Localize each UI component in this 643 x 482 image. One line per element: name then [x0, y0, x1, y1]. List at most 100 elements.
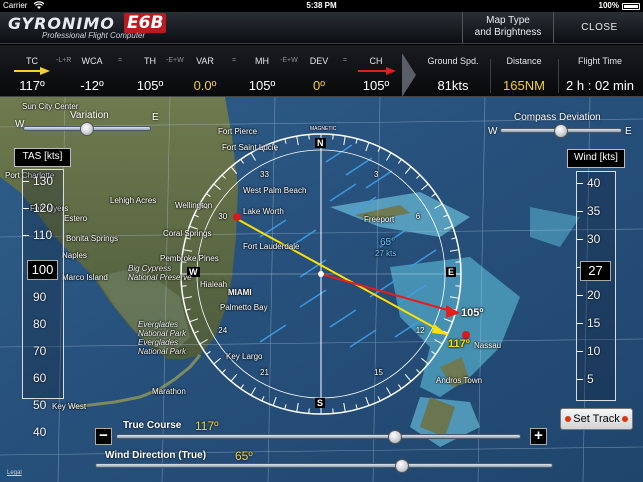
tas-value[interactable]: 100: [27, 260, 58, 280]
place-label: Fort Saint Lucie: [222, 143, 279, 152]
scale-tick-label: 10: [587, 344, 601, 358]
deviation-east: E: [625, 126, 632, 137]
compass-east: E: [446, 267, 457, 277]
map-background: [0, 97, 643, 482]
heading-ch-label: 105º: [461, 307, 484, 319]
deviation-slider-knob[interactable]: [554, 124, 568, 138]
scale-tick: [577, 239, 583, 240]
var-value: 0.0º: [193, 78, 217, 93]
dev-value: 0º: [313, 78, 325, 93]
wind-scale[interactable]: 403530252015105: [576, 171, 616, 401]
wind-header: Wind [kts]: [567, 149, 625, 168]
set-track-button[interactable]: Set Track: [560, 408, 633, 430]
compass-north: N: [315, 138, 326, 148]
flight-time-label: Flight Time: [577, 56, 622, 66]
battery-icon: [622, 3, 640, 10]
tc-label: TC: [26, 56, 38, 66]
place-label: Nassau: [474, 341, 502, 350]
yellow-arrow-icon: [14, 67, 50, 75]
gray-chevron-icon: [402, 53, 416, 97]
decrease-course-button[interactable]: −: [95, 428, 112, 445]
place-label: Andros Town: [436, 376, 483, 385]
title-bar: GYRONIMO E6B Professional Flight Compute…: [0, 12, 643, 44]
dev-label: DEV: [309, 56, 329, 66]
place-label: West Palm Beach: [243, 186, 307, 195]
compass-number: 24: [218, 326, 228, 335]
distance-label: Distance: [506, 56, 542, 66]
place-label: Freeport: [364, 215, 395, 224]
tas-header: TAS [kts]: [14, 148, 71, 167]
variation-east: E: [152, 112, 159, 123]
flight-time-cell: Flight Time 2 h : 02 min: [558, 45, 642, 97]
flight-time-value: 2 h : 02 min: [566, 78, 634, 93]
place-label: Marathon: [152, 387, 186, 396]
tc-value: 117º: [19, 78, 45, 93]
scale-tick-label: 90: [33, 290, 47, 304]
increase-course-button[interactable]: +: [530, 428, 547, 445]
scale-tick: [577, 211, 583, 212]
ground-speed-cell: Ground Spd. 81kts: [418, 45, 488, 97]
place-label: Key Largo: [226, 352, 263, 361]
place-label: Marco Island: [62, 273, 108, 282]
th-value: 105º: [136, 78, 164, 93]
variation-slider-knob[interactable]: [80, 122, 94, 136]
divider: [490, 59, 491, 93]
place-label: Coral Springs: [163, 229, 212, 238]
scale-tick: [23, 235, 29, 236]
wca-value: -12º: [80, 78, 104, 93]
mh-value: 105º: [248, 78, 276, 93]
red-arrow-icon: [358, 67, 396, 75]
op-eq-1: =: [118, 57, 123, 64]
close-button[interactable]: CLOSE: [556, 12, 643, 43]
ch-label: CH: [369, 56, 383, 66]
map-type-line1: Map Type: [486, 15, 530, 26]
wind-direction-slider-track[interactable]: [95, 463, 553, 468]
var-label: VAR: [196, 56, 214, 66]
wind-direction-slider-knob[interactable]: [394, 459, 409, 473]
compass-number: 6: [415, 212, 421, 221]
wind-direction-label: Wind Direction (True): [105, 450, 207, 461]
wind-value[interactable]: 27: [580, 261, 611, 281]
wind-direction-value: 65º: [235, 449, 253, 463]
wca-label: WCA: [81, 56, 103, 66]
scale-tick: [577, 351, 583, 352]
scale-tick-label: 110: [33, 228, 53, 242]
distance-cell: Distance 165NM: [492, 45, 556, 97]
scale-tick: [577, 379, 583, 380]
th-cell: TH 105º: [126, 45, 174, 97]
logo-subtitle: Professional Flight Computer: [42, 31, 146, 40]
scale-tick-label: 20: [587, 288, 601, 302]
mh-cell: MH 105º: [238, 45, 286, 97]
legal-link[interactable]: Legal: [7, 470, 22, 476]
wind-speed-readout: 27 kts: [375, 249, 397, 258]
tc-cell: TC 117º: [6, 45, 58, 97]
scale-tick: [23, 181, 29, 182]
true-course-slider-track[interactable]: [116, 434, 521, 439]
compass-deviation-label: Compass Deviation: [514, 112, 601, 123]
scale-tick-label: 120: [33, 201, 54, 215]
map-type-button[interactable]: Map Type and Brightness: [462, 12, 554, 43]
scale-tick: [23, 208, 29, 209]
ch-value: 105º: [362, 78, 390, 93]
map-view[interactable]: N MAGNETIC S W E 3 6 12 15 21 24 30 33 65° 27 k…: [0, 97, 643, 482]
scale-tick-label: 40: [587, 176, 601, 190]
compass-number: 21: [260, 367, 269, 377]
place-label: Palmetto Bay: [220, 303, 268, 312]
status-time: 5:38 PM: [306, 1, 337, 10]
status-bar: Carrier 5:38 PM 100%: [0, 0, 643, 12]
place-label: Key West: [52, 402, 87, 411]
variation-label: Variation: [70, 110, 109, 121]
dev-cell: DEV 0º: [296, 45, 342, 97]
scale-tick: [577, 295, 583, 296]
wca-cell: WCA -12º: [68, 45, 116, 97]
place-label: Fort Lauderdale: [243, 242, 300, 251]
compass-magnetic-label: MAGNETIC: [310, 126, 337, 132]
place-label: Fort Pierce: [218, 127, 258, 136]
scale-tick-label: 30: [587, 232, 601, 246]
op-eq-2: =: [232, 57, 237, 64]
place-label: Everglades National Park: [138, 338, 187, 356]
tas-scale[interactable]: 130 120 110 90 80 70 60 50 40: [22, 169, 64, 439]
deviation-west: W: [488, 126, 498, 137]
calculation-bar: TC 117º -L+R WCA -12º = TH 105º -E+W VAR…: [0, 45, 643, 97]
compass-south: S: [315, 398, 326, 408]
